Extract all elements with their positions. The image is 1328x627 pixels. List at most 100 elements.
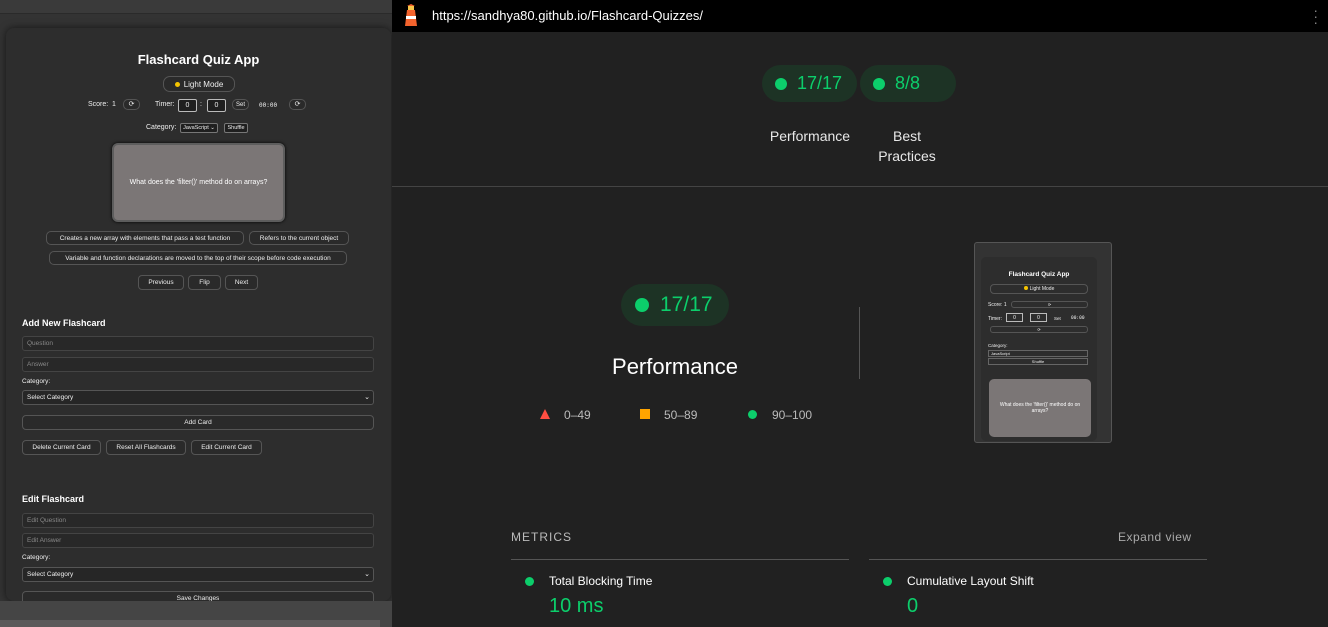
thumbnail-category-label: Category: — [988, 343, 1008, 348]
thumbnail-category-select: JavaScript — [988, 350, 1088, 357]
answer-option[interactable]: Refers to the current object — [249, 231, 349, 245]
score-value: 1 — [112, 101, 116, 108]
fail-triangle-icon — [540, 409, 550, 419]
metric-name-cls: Cumulative Layout Shift — [907, 574, 1034, 588]
thumbnail-score: Score: 1 — [988, 302, 1007, 308]
best-practices-gauge[interactable]: 8/8 — [860, 65, 956, 102]
expand-view-toggle[interactable]: Expand view — [1118, 530, 1192, 544]
best-practices-gauge-label: Best Practices — [878, 128, 936, 164]
chevron-down-icon: ⌄ — [364, 394, 370, 401]
thumbnail-timer-label: Timer: — [988, 316, 1002, 322]
timer-minutes-input[interactable]: 0 — [178, 99, 197, 112]
screen: Flashcard Quiz App Light Mode Score: 1 ⟳… — [0, 0, 1328, 627]
answer-option[interactable]: Variable and function declarations are m… — [49, 251, 347, 265]
edit-category-label: Category: — [22, 554, 51, 561]
pass-dot-icon — [873, 78, 885, 90]
light-mode-button[interactable]: Light Mode — [163, 76, 235, 92]
add-category-select-value: Select Category — [27, 394, 74, 401]
thumbnail-card: What does the 'filter()' method do on ar… — [989, 379, 1091, 437]
left-pane: Flashcard Quiz App Light Mode Score: 1 ⟳… — [0, 0, 392, 627]
performance-gauge-label: Performance — [769, 128, 851, 144]
main-performance-score: 17/17 — [660, 293, 713, 316]
light-mode-label: Light Mode — [183, 80, 224, 89]
timer-set-button[interactable]: Set — [232, 99, 249, 110]
lighthouse-report: https://sandhya80.github.io/Flashcard-Qu… — [392, 0, 1328, 627]
metrics-divider-right — [869, 559, 1207, 560]
answer-input[interactable]: Answer — [22, 357, 374, 372]
best-practices-score: 8/8 — [895, 73, 921, 93]
chevron-down-icon: ⌄ — [364, 571, 370, 578]
legend-fail: 0–49 — [564, 408, 591, 422]
sun-icon — [174, 82, 180, 87]
page-screenshot-thumbnail[interactable]: Flashcard Quiz App Light Mode Score: 1 ⟳… — [974, 242, 1112, 443]
pass-dot-icon — [775, 78, 787, 90]
category-label: Category: — [146, 124, 177, 131]
thumbnail-title: Flashcard Quiz App — [1008, 271, 1070, 278]
edit-answer-input[interactable]: Edit Answer — [22, 533, 374, 548]
thumbnail-timer-min: 0 — [1006, 313, 1023, 322]
vertical-divider — [859, 307, 860, 379]
metric-value-tbt: 10 ms — [549, 595, 604, 617]
edit-flashcard-heading: Edit Flashcard — [22, 494, 85, 504]
add-flashcard-heading: Add New Flashcard — [22, 318, 106, 328]
flashcard[interactable]: What does the 'filter()' method do on ar… — [112, 143, 285, 222]
edit-question-input[interactable]: Edit Question — [22, 513, 374, 528]
add-category-label: Category: — [22, 378, 51, 385]
metrics-header: METRICS — [511, 530, 572, 544]
horizontal-scrollbar[interactable] — [0, 620, 380, 627]
timer-label: Timer: — [155, 101, 175, 108]
performance-gauge[interactable]: 17/17 — [762, 65, 857, 102]
question-input[interactable]: Question — [22, 336, 374, 351]
performance-title: Performance — [612, 354, 738, 379]
next-button[interactable]: Next — [225, 275, 258, 290]
header-divider — [392, 186, 1328, 187]
thumbnail-set: Set — [1054, 316, 1061, 321]
main-performance-gauge: 17/17 — [621, 284, 729, 326]
edit-card-button[interactable]: Edit Current Card — [191, 440, 262, 455]
add-category-select[interactable]: Select Category ⌄ — [22, 390, 374, 405]
save-changes-button[interactable]: Save Changes — [22, 591, 374, 601]
previous-button[interactable]: Previous — [138, 275, 184, 290]
metrics-divider-left — [511, 559, 849, 560]
report-url[interactable]: https://sandhya80.github.io/Flashcard-Qu… — [432, 8, 703, 23]
score-reset-button[interactable]: ⟳ — [123, 99, 140, 110]
performance-score: 17/17 — [797, 73, 843, 93]
thumbnail-clock: 00:00 — [1071, 316, 1085, 321]
lighthouse-icon — [405, 4, 417, 26]
report-topbar: https://sandhya80.github.io/Flashcard-Qu… — [392, 0, 1328, 32]
thumbnail-score-reset: ⟳ — [1011, 301, 1088, 308]
average-square-icon — [640, 409, 650, 419]
thumbnail-timer-sec: 0 — [1030, 313, 1047, 322]
legend-pass: 90–100 — [772, 408, 813, 422]
thumbnail-mode-button: Light Mode — [990, 284, 1088, 294]
left-bottom-bar — [0, 601, 392, 627]
answer-option[interactable]: Creates a new array with elements that p… — [46, 231, 244, 245]
more-menu-icon[interactable]: · · · — [1313, 3, 1318, 29]
delete-card-button[interactable]: Delete Current Card — [22, 440, 101, 455]
category-select-value: JavaScript — [183, 125, 209, 131]
thumbnail-shuffle: Shuffle — [988, 358, 1088, 365]
flip-button[interactable]: Flip — [188, 275, 221, 290]
category-select[interactable]: JavaScript ⌄ — [180, 123, 218, 133]
metric-name-tbt: Total Blocking Time — [549, 574, 653, 588]
left-top-bar — [0, 0, 392, 14]
pass-dot-icon — [883, 577, 892, 586]
metric-value-cls: 0 — [907, 595, 919, 617]
flashcard-app: Flashcard Quiz App Light Mode Score: 1 ⟳… — [6, 28, 391, 601]
flashcard-question: What does the 'filter()' method do on ar… — [129, 179, 268, 186]
pass-dot-icon — [635, 298, 649, 312]
shuffle-button[interactable]: Shuffle — [224, 123, 248, 133]
timer-display: 00:00 — [259, 102, 278, 109]
pass-dot-icon — [525, 577, 534, 586]
score-label: Score: — [88, 101, 109, 108]
reset-flashcards-button[interactable]: Reset All Flashcards — [106, 440, 186, 455]
edit-category-select-value: Select Category — [27, 571, 74, 578]
thumbnail-timer-reset: ⟳ — [990, 326, 1088, 333]
timer-reset-button[interactable]: ⟳ — [289, 99, 306, 110]
legend-average: 50–89 — [664, 408, 698, 422]
timer-seconds-input[interactable]: 0 — [207, 99, 226, 112]
edit-category-select[interactable]: Select Category ⌄ — [22, 567, 374, 582]
app-title: Flashcard Quiz App — [137, 52, 260, 67]
timer-colon: : — [200, 101, 202, 108]
add-card-button[interactable]: Add Card — [22, 415, 374, 430]
